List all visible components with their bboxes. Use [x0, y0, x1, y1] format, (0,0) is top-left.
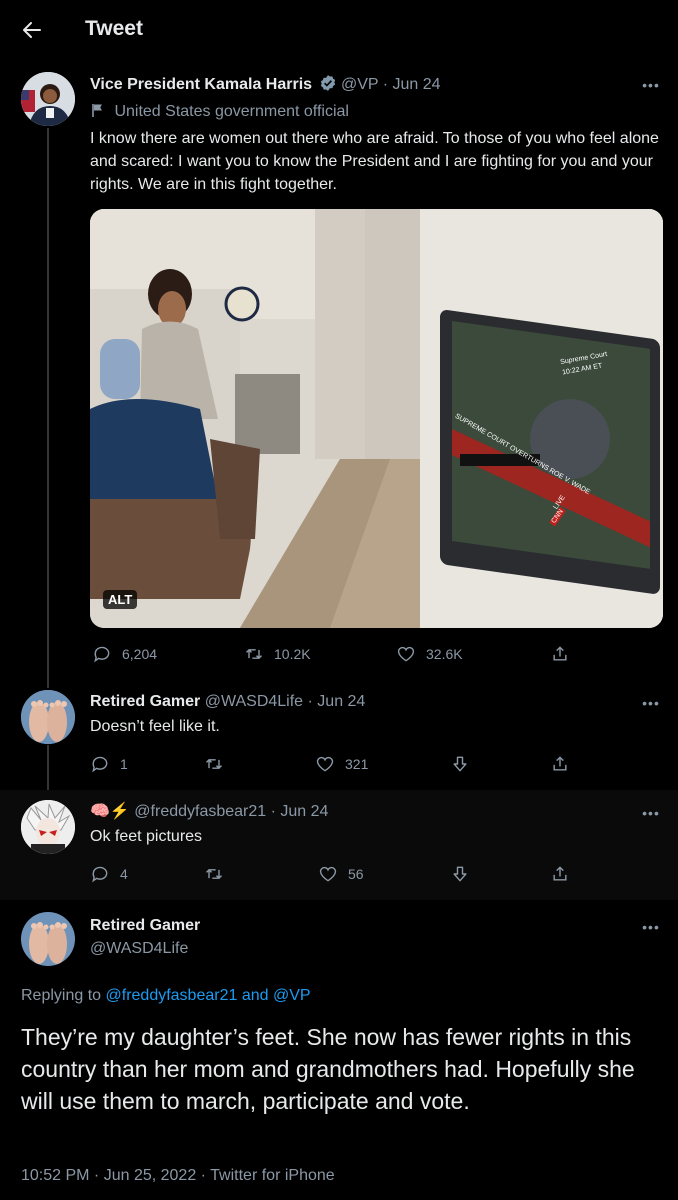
retweet-button[interactable]	[204, 754, 224, 774]
avatar[interactable]	[21, 912, 75, 966]
page-title: Tweet	[85, 17, 143, 40]
author-name[interactable]: Vice President Kamala Harris	[90, 76, 312, 93]
more-options-icon[interactable]: •••	[640, 806, 662, 820]
airplane-cabin-image	[90, 209, 663, 628]
back-arrow-icon[interactable]	[20, 18, 44, 42]
author-name[interactable]: Retired Gamer	[90, 916, 200, 936]
reply-button[interactable]: 6,204	[92, 644, 157, 664]
author-handle[interactable]: @WASD4Life	[90, 939, 188, 959]
like-button[interactable]: 321	[315, 754, 368, 774]
reply-button[interactable]: 1	[90, 754, 128, 774]
like-count: 321	[345, 756, 369, 772]
author-handle[interactable]: @WASD4Life	[205, 693, 303, 710]
retweet-count: 10.2K	[274, 646, 311, 662]
share-icon	[553, 646, 567, 661]
brain-lightning-emoji: 🧠⚡	[90, 803, 130, 820]
share-button[interactable]	[550, 754, 570, 774]
reply-count: 1	[120, 756, 128, 772]
flag-icon	[90, 102, 106, 124]
author-handle[interactable]: @freddyfasbear21	[134, 803, 266, 820]
like-button[interactable]: 32.6K	[396, 644, 463, 664]
retweet-button[interactable]	[204, 864, 224, 884]
tweet-text: I know there are women out there who are…	[90, 130, 659, 193]
downvote-arrow-icon	[453, 866, 467, 882]
tweet-photo[interactable]: Supreme Court 10:22 AM ET SUPREME COURT …	[90, 209, 663, 628]
tweet-date[interactable]: · Jun 24	[308, 693, 366, 710]
alt-badge[interactable]: ALT	[103, 590, 138, 609]
replying-to: Replying to @freddyfasbear21 and @VP	[21, 986, 311, 1006]
reply-count: 4	[120, 866, 128, 882]
downvote-button[interactable]	[450, 864, 470, 884]
share-button[interactable]	[550, 864, 570, 884]
avatar[interactable]	[21, 800, 75, 854]
retweet-icon	[205, 758, 223, 770]
share-button[interactable]	[550, 644, 570, 664]
replying-to-users[interactable]: @freddyfasbear21 and @VP	[106, 987, 311, 1004]
reply-button[interactable]: 4	[90, 864, 128, 884]
government-label: United States government official	[114, 103, 349, 120]
retweet-icon	[205, 868, 223, 880]
replying-to-label: Replying to	[21, 987, 102, 1004]
avatar[interactable]	[21, 690, 75, 744]
tweet-timestamp[interactable]: 10:52 PM · Jun 25, 2022 · Twitter for iP…	[21, 1166, 335, 1186]
tweet-text: Doesn’t feel like it.	[90, 718, 220, 735]
reply-icon	[92, 866, 108, 883]
like-count: 56	[348, 866, 364, 882]
more-options-icon[interactable]: •••	[640, 920, 662, 934]
tweet-date[interactable]: · Jun 24	[271, 803, 329, 820]
author-handle[interactable]: @VP	[341, 76, 378, 93]
share-icon	[553, 866, 567, 881]
downvote-arrow-icon	[453, 756, 467, 772]
more-options-icon[interactable]: •••	[640, 696, 662, 710]
downvote-button[interactable]	[450, 754, 470, 774]
retweet-button[interactable]: 10.2K	[244, 644, 311, 664]
like-count: 32.6K	[426, 646, 463, 662]
avatar[interactable]	[21, 72, 75, 126]
tweet-text: Ok feet pictures	[90, 828, 203, 845]
tweet-date[interactable]: · Jun 24	[383, 76, 441, 93]
reply-count: 6,204	[122, 646, 158, 662]
main-tweet[interactable]: Vice President Kamala Harris @VP · Jun 2…	[0, 60, 678, 680]
reply-icon	[94, 646, 110, 663]
reply-icon	[92, 756, 108, 773]
heart-icon	[316, 756, 334, 772]
heart-icon	[319, 866, 337, 882]
header: Tweet	[0, 0, 678, 60]
verified-badge-icon	[319, 74, 337, 98]
heart-icon	[397, 646, 415, 662]
focused-tweet: Retired Gamer @WASD4Life ••• Replying to…	[0, 900, 678, 1200]
more-options-icon[interactable]: •••	[640, 78, 662, 92]
share-icon	[553, 756, 567, 771]
reply-tweet[interactable]: 🧠⚡ @freddyfasbear21 · Jun 24 ••• Ok feet…	[0, 790, 678, 900]
author-name[interactable]: Retired Gamer	[90, 693, 200, 710]
retweet-icon	[245, 648, 263, 660]
tweet-text: They’re my daughter’s feet. She now has …	[21, 1024, 635, 1114]
reply-tweet[interactable]: Retired Gamer @WASD4Life · Jun 24 ••• Do…	[0, 680, 678, 790]
like-button[interactable]: 56	[318, 864, 364, 884]
